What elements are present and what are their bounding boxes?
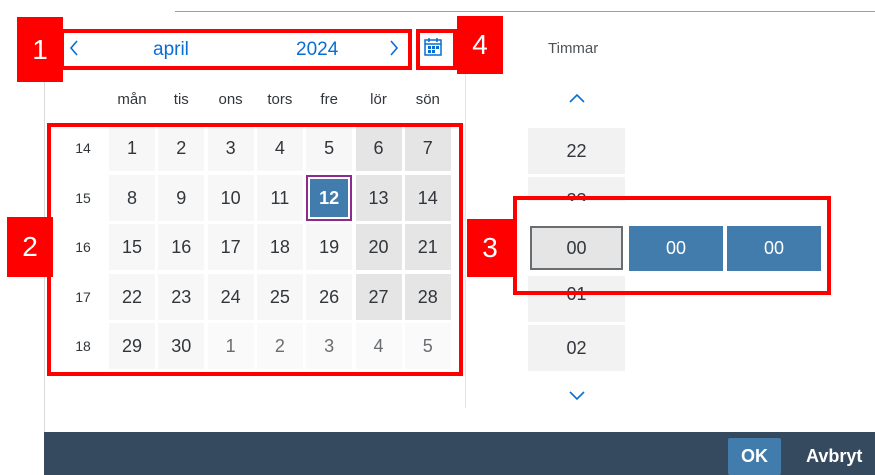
weekday-label: ons — [218, 91, 243, 108]
hours-up-button[interactable] — [562, 88, 592, 108]
weekday-label: fre — [320, 91, 338, 108]
weekday-label: mån — [117, 91, 147, 108]
weekday-label: lör — [370, 91, 387, 108]
weekday-label: tis — [173, 91, 189, 108]
annotation-box-grid — [47, 123, 463, 376]
top-divider — [175, 11, 875, 12]
calendar-time-separator — [465, 28, 466, 408]
hours-label: Timmar — [548, 40, 599, 57]
chevron-up-icon — [569, 93, 585, 103]
chevron-down-icon — [569, 391, 585, 401]
cancel-button[interactable]: Avbryt — [806, 438, 862, 475]
annotation-badge-1: 1 — [17, 17, 63, 82]
annotation-badge-4: 4 — [457, 16, 503, 74]
annotation-box-time — [513, 196, 831, 295]
ok-button[interactable]: OK — [728, 438, 781, 475]
annotation-badge-3: 3 — [467, 219, 513, 277]
annotation-box-picker — [416, 29, 457, 70]
weekday-label: sön — [415, 91, 440, 108]
hour-option[interactable]: 22 — [528, 128, 625, 174]
annotation-box-header — [60, 29, 412, 70]
hours-down-button[interactable] — [562, 386, 592, 406]
annotation-badge-2: 2 — [7, 217, 53, 277]
weekday-label: tors — [267, 91, 293, 108]
hour-option[interactable]: 02 — [528, 325, 625, 371]
